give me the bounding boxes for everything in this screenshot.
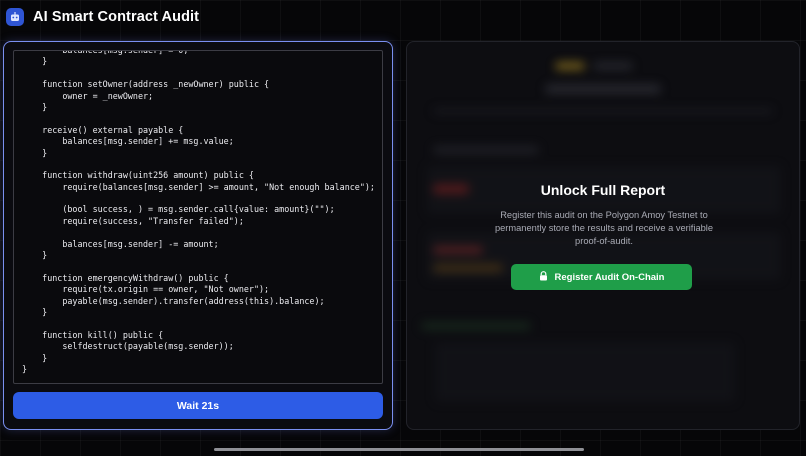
- code-line: function emergencyWithdraw() public {: [22, 272, 229, 283]
- code-line: balances[msg.sender] -= amount;: [22, 238, 219, 249]
- home-indicator[interactable]: [214, 448, 584, 451]
- code-line: function withdraw(uint256 amount) public…: [22, 170, 254, 181]
- code-line: payable(msg.sender).transfer(address(thi…: [22, 295, 325, 306]
- wait-button[interactable]: Wait 21s: [13, 392, 383, 419]
- code-line: }: [22, 56, 48, 67]
- code-line: }: [22, 363, 28, 374]
- unlock-description: Register this audit on the Polygon Amoy …: [494, 210, 714, 247]
- report-panel: Unlock Full Report Register this audit o…: [406, 41, 800, 430]
- code-line: }: [22, 352, 48, 363]
- robot-icon: [6, 8, 24, 26]
- code-line: function kill() public {: [22, 329, 164, 340]
- code-line: receive() external payable {: [22, 124, 184, 135]
- code-editor[interactable]: balances[msg.sender] = 0; } function set…: [13, 50, 383, 384]
- code-content[interactable]: balances[msg.sender] = 0; } function set…: [22, 51, 378, 375]
- code-line: selfdestruct(payable(msg.sender));: [22, 341, 234, 352]
- code-line: require(tx.origin == owner, "Not owner")…: [22, 284, 270, 295]
- code-line: }: [22, 101, 48, 112]
- unlock-overlay: Unlock Full Report Register this audit o…: [407, 42, 799, 429]
- code-line: }: [22, 250, 48, 261]
- code-line: balances[msg.sender] += msg.value;: [22, 136, 234, 147]
- app-header: AI Smart Contract Audit: [6, 6, 199, 28]
- register-button-label: Register Audit On-Chain: [554, 271, 665, 283]
- app-title: AI Smart Contract Audit: [33, 9, 200, 25]
- code-line: owner = _newOwner;: [22, 90, 154, 101]
- code-line: require(balances[msg.sender] >= amount, …: [22, 181, 375, 192]
- code-editor-panel: balances[msg.sender] = 0; } function set…: [3, 41, 393, 430]
- unlock-title: Unlock Full Report: [540, 182, 666, 198]
- lock-icon: [539, 270, 548, 284]
- code-line: }: [22, 306, 48, 317]
- code-line: function setOwner(address _newOwner) pub…: [22, 79, 270, 90]
- code-line: (bool success, ) = msg.sender.call{value…: [22, 204, 335, 215]
- code-line: require(success, "Transfer failed");: [22, 215, 244, 226]
- code-line: }: [22, 147, 48, 158]
- register-audit-button[interactable]: Register Audit On-Chain: [511, 264, 692, 290]
